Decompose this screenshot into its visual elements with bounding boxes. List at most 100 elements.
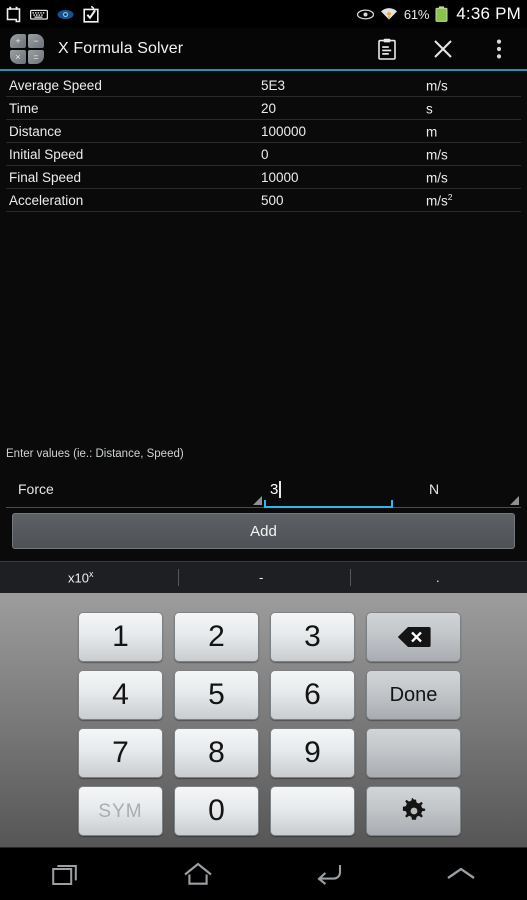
back-button[interactable] xyxy=(264,862,396,886)
home-button[interactable] xyxy=(132,862,264,886)
clipboard-icon xyxy=(6,6,21,22)
home-icon xyxy=(183,862,212,885)
row-label: Acceleration xyxy=(9,192,84,208)
action-bar: + − × = X Formula Solver xyxy=(0,28,527,70)
key-7[interactable]: 7 xyxy=(78,728,163,778)
row-unit: m xyxy=(426,124,438,140)
backspace-icon xyxy=(397,627,431,647)
row-value: 10000 xyxy=(261,169,299,185)
eye-icon xyxy=(356,8,374,20)
row-label: Final Speed xyxy=(9,169,82,185)
key-5[interactable]: 5 xyxy=(174,670,259,720)
row-value: 5E3 xyxy=(261,77,286,93)
clipboard-button[interactable] xyxy=(359,28,415,70)
key-backspace[interactable] xyxy=(366,612,461,662)
table-row[interactable]: Average Speed 5E3 m/s xyxy=(6,74,521,97)
key-1[interactable]: 1 xyxy=(78,612,163,662)
clock-label: 4:36 PM xyxy=(456,4,521,23)
value-input-underline xyxy=(264,500,393,508)
row-unit: m/s xyxy=(426,147,448,163)
table-row[interactable]: Time 20 s xyxy=(6,97,521,120)
key-0[interactable]: 0 xyxy=(174,786,259,836)
calculator-icon-plus: + xyxy=(10,34,26,48)
action-bar-actions xyxy=(359,28,527,70)
row-unit: m/s2 xyxy=(426,191,453,209)
battery-percent-label: 61% xyxy=(403,6,430,22)
table-row[interactable]: Acceleration 500 m/s2 xyxy=(6,189,521,212)
numeric-keypad: 1 2 3 4 5 6 Done 7 8 9 SYM 0 xyxy=(0,593,527,847)
wifi-icon xyxy=(380,7,397,20)
calculator-icon-equals: = xyxy=(28,50,44,64)
navigation-bar xyxy=(0,847,527,900)
row-unit: m/s xyxy=(426,78,448,94)
status-bar-right: 61% 4:36 PM xyxy=(356,4,521,24)
results-table: Average Speed 5E3 m/s Time 20 s Distance… xyxy=(0,74,527,212)
chevron-down-icon xyxy=(510,496,519,505)
battery-icon xyxy=(435,6,448,22)
key-blank-right[interactable] xyxy=(366,728,461,778)
clipboard-icon xyxy=(378,38,396,60)
suggestion-decimal[interactable]: . xyxy=(436,570,440,585)
table-row[interactable]: Final Speed 10000 m/s xyxy=(6,166,521,189)
input-hint-label: Enter values (ie.: Distance, Speed) xyxy=(6,448,184,460)
key-9[interactable]: 9 xyxy=(270,728,355,778)
row-label: Distance xyxy=(9,123,62,139)
table-row[interactable]: Initial Speed 0 m/s xyxy=(6,143,521,166)
calculator-icon-minus: − xyxy=(28,34,44,48)
checkbox-bag-icon xyxy=(83,5,99,23)
row-label: Average Speed xyxy=(9,77,102,93)
row-unit: m/s xyxy=(426,170,448,186)
text-caret xyxy=(279,480,281,498)
add-button[interactable]: Add xyxy=(12,513,515,549)
row-value: 500 xyxy=(261,192,284,208)
unit-spinner[interactable]: N xyxy=(393,470,521,508)
action-bar-accent-divider xyxy=(0,69,527,71)
key-8[interactable]: 8 xyxy=(174,728,259,778)
input-row: Force 3 N xyxy=(6,470,521,508)
close-icon xyxy=(434,40,452,58)
close-button[interactable] xyxy=(415,28,471,70)
chevron-down-icon xyxy=(253,496,262,505)
overflow-menu-icon xyxy=(496,39,502,59)
key-space[interactable] xyxy=(270,786,355,836)
unit-spinner-value: N xyxy=(429,480,440,497)
calculator-icon-times: × xyxy=(10,50,26,64)
row-value: 0 xyxy=(261,146,269,162)
key-4[interactable]: 4 xyxy=(78,670,163,720)
suggestion-power-of-ten[interactable]: x10x xyxy=(68,569,93,585)
overflow-button[interactable] xyxy=(471,28,527,70)
key-6[interactable]: 6 xyxy=(270,670,355,720)
recents-button[interactable] xyxy=(0,862,132,886)
row-value: 20 xyxy=(261,100,277,116)
suggestion-minus[interactable]: - xyxy=(259,570,263,585)
key-sym[interactable]: SYM xyxy=(78,786,163,836)
value-input[interactable]: 3 xyxy=(264,470,393,508)
key-done[interactable]: Done xyxy=(366,670,461,720)
value-input-text: 3 xyxy=(270,480,279,498)
suggestion-divider xyxy=(178,569,179,586)
row-label: Initial Speed xyxy=(9,146,84,162)
app-screen: 61% 4:36 PM + − × = X Formula Solver Ave… xyxy=(0,0,527,900)
status-bar: 61% 4:36 PM xyxy=(0,0,527,28)
gear-icon xyxy=(402,798,425,820)
recents-icon xyxy=(52,865,77,885)
row-unit: s xyxy=(426,101,433,117)
quantity-spinner[interactable]: Force xyxy=(6,470,264,508)
app-title: X Formula Solver xyxy=(58,40,184,57)
keyboard-icon xyxy=(30,9,48,20)
status-bar-left-icons xyxy=(6,5,99,23)
key-2[interactable]: 2 xyxy=(174,612,259,662)
quantity-spinner-value: Force xyxy=(18,480,54,497)
keyboard-suggestion-strip: x10x - . xyxy=(0,561,527,593)
hide-keyboard-button[interactable] xyxy=(395,865,527,883)
suggestion-divider xyxy=(350,569,351,586)
key-3[interactable]: 3 xyxy=(270,612,355,662)
table-row[interactable]: Distance 100000 m xyxy=(6,120,521,143)
calculator-icon: + − × = xyxy=(10,34,44,64)
back-icon xyxy=(317,865,342,885)
row-value: 100000 xyxy=(261,123,307,139)
key-settings[interactable] xyxy=(366,786,461,836)
eye-icon xyxy=(57,9,74,19)
row-label: Time xyxy=(9,100,39,116)
chevron-up-icon xyxy=(447,867,475,879)
